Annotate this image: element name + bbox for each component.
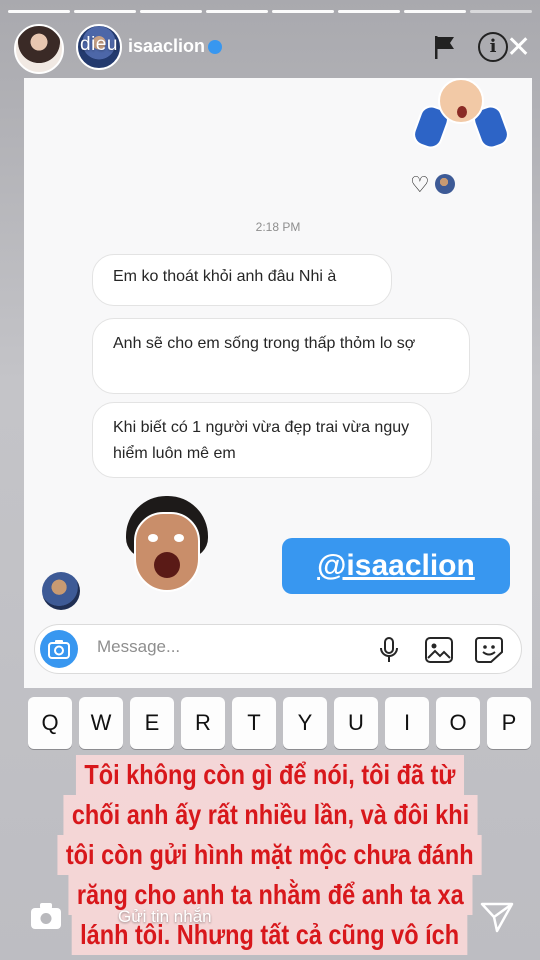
key-r[interactable]: R [181,697,225,749]
caption-line: tôi còn gửi hình mặt mộc chưa đánh [57,835,483,875]
camera-button[interactable] [40,630,78,668]
key-e[interactable]: E [130,697,174,749]
flag-icon[interactable] [432,34,458,60]
caption-line: chối anh ấy rất nhiều lần, và đôi khi [62,795,478,835]
story-author-name[interactable]: dieu [80,34,118,56]
key-u[interactable]: U [334,697,378,749]
progress-segment [272,10,334,13]
story-caption: Tôi không còn gì để nói, tôi đã từ chối … [0,755,540,956]
key-i[interactable]: I [385,697,429,749]
info-icon[interactable]: i [478,32,508,62]
reply-camera-icon[interactable] [30,902,62,930]
progress-segment [140,10,202,13]
progress-segment [404,10,466,13]
heart-icon[interactable]: ♡ [410,172,430,198]
key-p[interactable]: P [487,697,531,749]
progress-segment [470,10,532,13]
message-timestamp: 2:18 PM [255,220,301,234]
close-icon[interactable]: ✕ [506,33,531,63]
microphone-icon[interactable] [379,637,399,663]
progress-segment [338,10,400,13]
key-q[interactable]: Q [28,697,72,749]
message-input[interactable] [97,637,357,657]
key-t[interactable]: T [232,697,276,749]
message-bubble: Khi biết có 1 người vừa đẹp trai vừa ngu… [92,402,432,478]
keyboard-row: Q W E R T Y U I O P [28,697,531,749]
sender-avatar [42,572,80,610]
baby-covering-ears-sticker [409,78,513,152]
message-composer [34,624,522,674]
camera-icon [48,640,70,659]
key-w[interactable]: W [79,697,123,749]
message-bubble: Em ko thoát khỏi anh đâu Nhi à [92,254,392,306]
send-icon[interactable] [480,900,514,934]
progress-segment [206,10,268,13]
gallery-icon[interactable] [425,637,453,663]
screaming-face-sticker [124,496,210,598]
handle-text: isaaclion [128,36,206,56]
progress-segment [8,10,70,13]
verified-badge-icon [208,40,223,55]
message-bubble: Anh sẽ cho em sống trong thấp thỏm lo sợ [92,318,470,394]
story-author-avatar[interactable] [14,24,64,74]
story-progress-bar [8,10,532,13]
mention-sticker[interactable]: @isaaclion [282,538,510,594]
mention-text: @isaaclion [317,549,475,582]
sticker-icon[interactable] [475,637,503,663]
mentioned-handle[interactable]: isaaclion [128,36,223,57]
send-message-field[interactable]: Gửi tin nhắn [118,907,212,927]
progress-segment [74,10,136,13]
caption-line: Tôi không còn gì để nói, tôi đã từ [76,755,464,795]
seen-avatar [435,174,455,194]
dm-screenshot: ♡ 2:18 PM Em ko thoát khỏi anh đâu Nhi à… [24,78,532,688]
key-o[interactable]: O [436,697,480,749]
story-viewer: dieu isaaclion i ✕ ♡ 2:18 PM Em ko thoát… [0,0,540,960]
key-y[interactable]: Y [283,697,327,749]
